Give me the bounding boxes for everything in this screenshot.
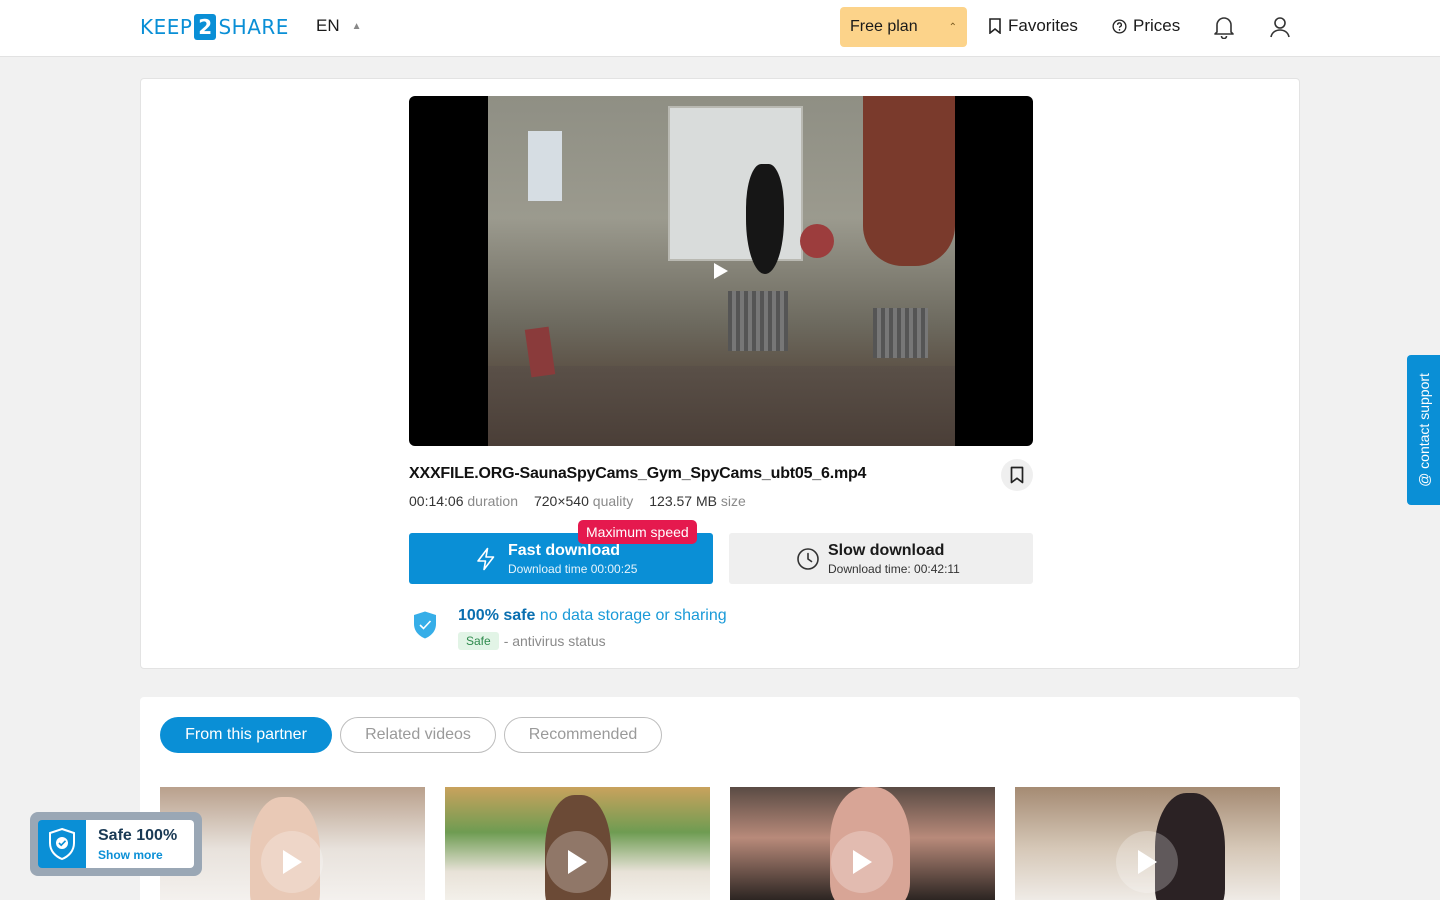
play-circle-icon: [546, 831, 608, 893]
safe-status-badge: Safe: [458, 632, 499, 650]
file-meta: 00:14:06 duration 720×540 quality 123.57…: [409, 493, 746, 509]
free-plan-button[interactable]: Free plan ⌃: [840, 7, 967, 47]
site-logo[interactable]: KEEP 2 SHARE: [140, 14, 289, 40]
question-circle-icon: [1112, 18, 1127, 34]
tab-related-videos[interactable]: Related videos: [340, 717, 496, 753]
language-label: EN: [316, 16, 340, 35]
file-duration: 00:14:06 duration: [409, 493, 518, 509]
videos-section: From this partner Related videos Recomme…: [140, 697, 1300, 900]
safety-text[interactable]: no data storage or sharing: [540, 607, 727, 624]
tab-recommended[interactable]: Recommended: [504, 717, 662, 753]
safe-popup[interactable]: Safe 100% Show more: [30, 812, 202, 876]
show-more-link[interactable]: Show more: [98, 848, 163, 862]
safe-popup-shield: [38, 820, 86, 868]
lightning-icon: [477, 547, 495, 571]
video-player[interactable]: [409, 96, 1033, 446]
antivirus-status: Safe - antivirus status: [458, 632, 606, 650]
scene-punching-bag: [863, 96, 955, 266]
play-circle-icon: [831, 831, 893, 893]
shield-check-icon: [49, 827, 75, 861]
safe-popup-title: Safe 100%: [98, 827, 178, 844]
shield-check-icon: [414, 611, 436, 639]
quality-label: quality: [592, 493, 634, 509]
add-favorite-button[interactable]: [1001, 459, 1033, 491]
chevron-up-icon: ▲: [351, 20, 362, 32]
favorites-link[interactable]: Favorites: [988, 16, 1078, 36]
video-thumbnail[interactable]: [445, 787, 710, 900]
prices-link[interactable]: Prices: [1112, 16, 1180, 36]
scene-ball: [800, 224, 834, 258]
quality-value: 720×540: [533, 493, 589, 509]
user-icon: [1270, 17, 1290, 38]
fast-download-time: Download time 00:00:25: [508, 562, 638, 576]
bookmark-icon: [989, 18, 1001, 34]
fast-download-title: Fast download: [508, 542, 620, 559]
contact-support-label: @ contact support: [1415, 373, 1432, 487]
bookmark-icon: [1010, 466, 1024, 484]
top-header: KEEP 2 SHARE EN ▲ Free plan ⌃ Favorites Pr…: [0, 0, 1440, 57]
video-thumbnail[interactable]: [1015, 787, 1280, 900]
slow-download-title: Slow download: [828, 542, 945, 559]
size-value: 123.57 MB: [649, 493, 717, 509]
safety-headline: 100% safe no data storage or sharing: [458, 607, 727, 625]
maximum-speed-badge: Maximum speed: [578, 520, 697, 544]
logo-text-keep: KEEP: [140, 15, 193, 39]
file-size: 123.57 MB size: [649, 493, 746, 509]
bell-icon: [1214, 17, 1234, 39]
file-quality: 720×540 quality: [534, 493, 633, 509]
play-icon[interactable]: [713, 262, 729, 280]
favorites-label: Favorites: [1008, 16, 1078, 35]
scene-radiator: [728, 291, 788, 351]
file-card: XXXFILE.ORG-SaunaSpyCams_Gym_SpyCams_ubt…: [140, 78, 1300, 669]
slow-download-button[interactable]: Slow download Download time: 00:42:11: [729, 533, 1033, 584]
scene-punching-bag: [746, 164, 784, 274]
play-circle-icon: [1116, 831, 1178, 893]
prices-label: Prices: [1133, 16, 1181, 35]
video-thumbnail[interactable]: [730, 787, 995, 900]
scene-floor: [488, 366, 955, 446]
duration-label: duration: [467, 493, 518, 509]
notifications-button[interactable]: [1211, 14, 1237, 40]
file-name: XXXFILE.ORG-SaunaSpyCams_Gym_SpyCams_ubt…: [409, 465, 867, 482]
play-circle-icon: [261, 831, 323, 893]
duration-value: 00:14:06: [409, 493, 464, 509]
tab-from-this-partner[interactable]: From this partner: [160, 717, 332, 753]
antivirus-status-text: - antivirus status: [503, 633, 606, 649]
contact-support-button[interactable]: @ contact support: [1407, 355, 1440, 505]
logo-text-share: SHARE: [218, 15, 289, 39]
logo-text-2: 2: [194, 14, 217, 40]
slow-download-time: Download time: 00:42:11: [828, 562, 960, 576]
safety-bold: 100% safe: [458, 607, 536, 624]
scene-radiator: [873, 308, 928, 358]
chevron-up-icon: ⌃: [948, 21, 957, 33]
scene-window: [528, 131, 562, 201]
account-button[interactable]: [1267, 14, 1293, 40]
language-selector[interactable]: EN ▲: [316, 16, 362, 36]
size-label: size: [720, 493, 746, 509]
clock-icon: [797, 548, 819, 570]
plan-label: Free plan: [850, 18, 918, 35]
safe-popup-text: Safe 100% Show more: [86, 820, 194, 868]
